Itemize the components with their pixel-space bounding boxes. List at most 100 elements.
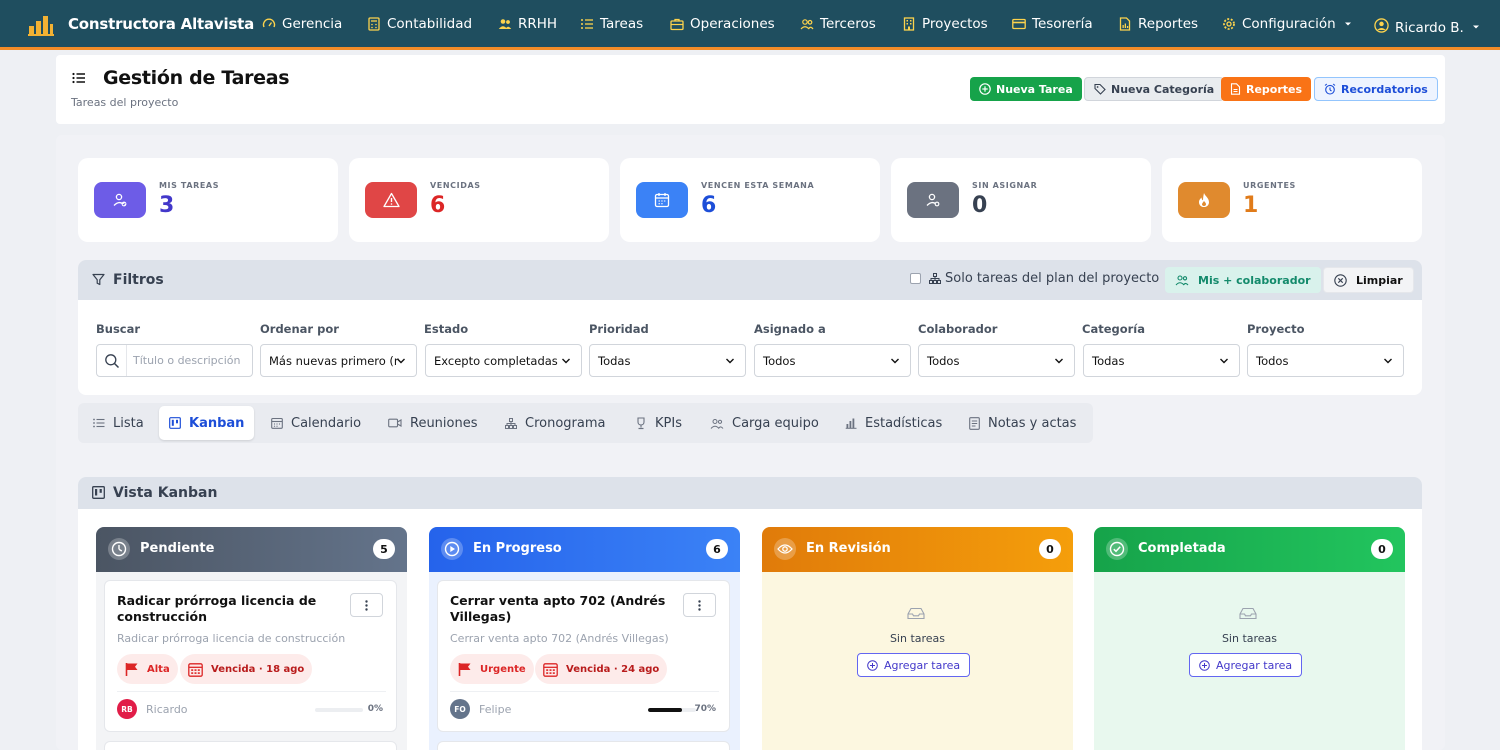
- list-icon: [72, 72, 85, 84]
- tab-reuniones[interactable]: Reuniones: [378, 406, 488, 440]
- due-label: Vencida · 18 ago: [211, 663, 305, 675]
- new-category-button[interactable]: Nueva Categoría: [1084, 77, 1225, 101]
- tab-calendario[interactable]: Calendario: [261, 406, 371, 440]
- sort-label: Ordenar por: [260, 322, 339, 336]
- building-icon: [903, 16, 915, 31]
- collaborator-select[interactable]: Todos: [918, 344, 1075, 377]
- chevron-down-icon: [1384, 358, 1392, 364]
- reports-button[interactable]: Reportes: [1221, 77, 1312, 101]
- nav-rrhh[interactable]: RRHH: [498, 1, 557, 47]
- task-card[interactable]: [437, 741, 730, 750]
- task-title: Radicar prórroga licencia de construcció…: [117, 593, 317, 624]
- category-select[interactable]: Todas: [1083, 344, 1240, 377]
- kebab-menu-icon: [365, 599, 368, 611]
- nav-label: Proyectos: [922, 15, 988, 32]
- progress-percent: 70%: [694, 704, 716, 714]
- stat-label: MIS TAREAS: [159, 181, 220, 190]
- user-name: Ricardo B.: [1395, 19, 1464, 36]
- sort-select[interactable]: Más nuevas primero (reciente): [260, 344, 417, 377]
- tab-label: Cronograma: [525, 415, 606, 431]
- tab-cronograma[interactable]: Cronograma: [495, 406, 615, 440]
- nav-proyectos[interactable]: Proyectos: [902, 1, 988, 47]
- select-value: Todos: [763, 353, 796, 368]
- stat-card-sin-asignar[interactable]: SIN ASIGNAR 0: [891, 158, 1151, 242]
- column-title: En Revisión: [806, 541, 891, 556]
- add-task-button[interactable]: Agregar tarea: [1189, 653, 1303, 677]
- nav-configuracion[interactable]: Configuración: [1222, 1, 1352, 47]
- nav-label: Operaciones: [690, 15, 775, 32]
- stat-card-mis-tareas[interactable]: MIS TAREAS 3: [78, 158, 338, 242]
- avatar: RB: [117, 699, 137, 719]
- project-select[interactable]: Todos: [1247, 344, 1404, 377]
- progress-percent: 0%: [367, 704, 383, 714]
- tab-kanban[interactable]: Kanban: [159, 406, 255, 440]
- nav-operaciones[interactable]: Operaciones: [670, 1, 775, 47]
- gauge-icon: [262, 18, 276, 27]
- stat-label: VENCIDAS: [430, 181, 481, 190]
- status-select[interactable]: Excepto completadas: [425, 344, 582, 377]
- task-card[interactable]: Cerrar venta apto 702 (Andrés Villegas) …: [437, 580, 730, 732]
- tab-carga-equipo[interactable]: Carga equipo: [700, 406, 829, 440]
- tab-lista[interactable]: Lista: [83, 406, 154, 440]
- search-input[interactable]: [127, 345, 252, 376]
- plus-circle-icon: [1199, 659, 1210, 671]
- stat-card-vencen-semana[interactable]: VENCEN ESTA SEMANA 6: [620, 158, 880, 242]
- add-task-label: Agregar tarea: [1216, 658, 1293, 672]
- stat-icon-box: [636, 182, 688, 218]
- column-count: 6: [706, 539, 728, 559]
- mine-collab-button[interactable]: Mis + colaborador: [1165, 267, 1321, 293]
- clear-filters-button[interactable]: Limpiar: [1323, 267, 1414, 293]
- kanban-icon: [92, 486, 105, 499]
- plus-circle-icon: [979, 83, 991, 95]
- flag-icon: [125, 662, 138, 676]
- reminders-button[interactable]: Recordatorios: [1314, 77, 1438, 101]
- search-field[interactable]: [96, 344, 253, 377]
- user-check-icon: [113, 193, 127, 207]
- search-label: Buscar: [96, 322, 141, 336]
- nav-tesoreria[interactable]: Tesorería: [1012, 1, 1093, 47]
- card-divider: [450, 691, 719, 692]
- tab-estadisticas[interactable]: Estadísticas: [835, 406, 952, 440]
- plan-only-checkbox[interactable]: [910, 273, 921, 284]
- tab-kpis[interactable]: KPIs: [625, 406, 692, 440]
- people-icon: [1175, 275, 1189, 286]
- tab-notas-actas[interactable]: Notas y actas: [959, 406, 1086, 440]
- tab-label: Estadísticas: [865, 415, 943, 431]
- brand[interactable]: Constructora Altavista: [0, 12, 258, 36]
- column-title: En Progreso: [473, 541, 562, 556]
- inbox-icon: [1239, 607, 1257, 620]
- priority-select[interactable]: Todas: [589, 344, 746, 377]
- task-menu-button[interactable]: [350, 593, 383, 617]
- top-navbar: Constructora Altavista Gerencia Contabil…: [0, 0, 1500, 50]
- add-task-button[interactable]: Agregar tarea: [857, 653, 971, 677]
- plan-only-label[interactable]: Solo tareas del plan del proyecto: [929, 271, 1159, 286]
- stat-card-vencidas[interactable]: VENCIDAS 6: [349, 158, 609, 242]
- task-card[interactable]: [104, 741, 397, 750]
- task-menu-button[interactable]: [683, 593, 716, 617]
- column-header: En Progreso 6: [429, 527, 740, 572]
- nav-contabilidad[interactable]: Contabilidad: [367, 1, 472, 47]
- nav-gerencia[interactable]: Gerencia: [262, 1, 342, 47]
- chevron-down-icon: [397, 358, 405, 364]
- user-x-icon: [926, 193, 940, 207]
- page-subtitle: Tareas del proyecto: [71, 96, 179, 109]
- assignee-name: Ricardo: [146, 703, 188, 716]
- due-badge: Vencida · 18 ago: [180, 654, 313, 684]
- nav-reportes[interactable]: Reportes: [1118, 1, 1198, 47]
- tag-icon: [1094, 83, 1106, 95]
- nav-label: Gerencia: [282, 15, 343, 32]
- inbox-icon: [907, 607, 925, 620]
- briefcase-icon: [670, 18, 684, 30]
- nav-tareas[interactable]: Tareas: [580, 1, 643, 47]
- plan-only-text: Solo tareas del plan del proyecto: [945, 271, 1160, 286]
- list-icon: [581, 18, 593, 29]
- nav-terceros[interactable]: Terceros: [800, 1, 876, 47]
- filters-title: Filtros: [113, 272, 164, 288]
- stat-card-urgentes[interactable]: URGENTES 1: [1162, 158, 1422, 242]
- sitemap-icon: [929, 273, 941, 284]
- user-menu[interactable]: Ricardo B.: [1374, 0, 1480, 50]
- assignee-select[interactable]: Todos: [754, 344, 911, 377]
- task-card[interactable]: Radicar prórroga licencia de construcció…: [104, 580, 397, 732]
- new-task-button[interactable]: Nueva Tarea: [970, 77, 1082, 101]
- priority-label: Urgente: [480, 663, 526, 675]
